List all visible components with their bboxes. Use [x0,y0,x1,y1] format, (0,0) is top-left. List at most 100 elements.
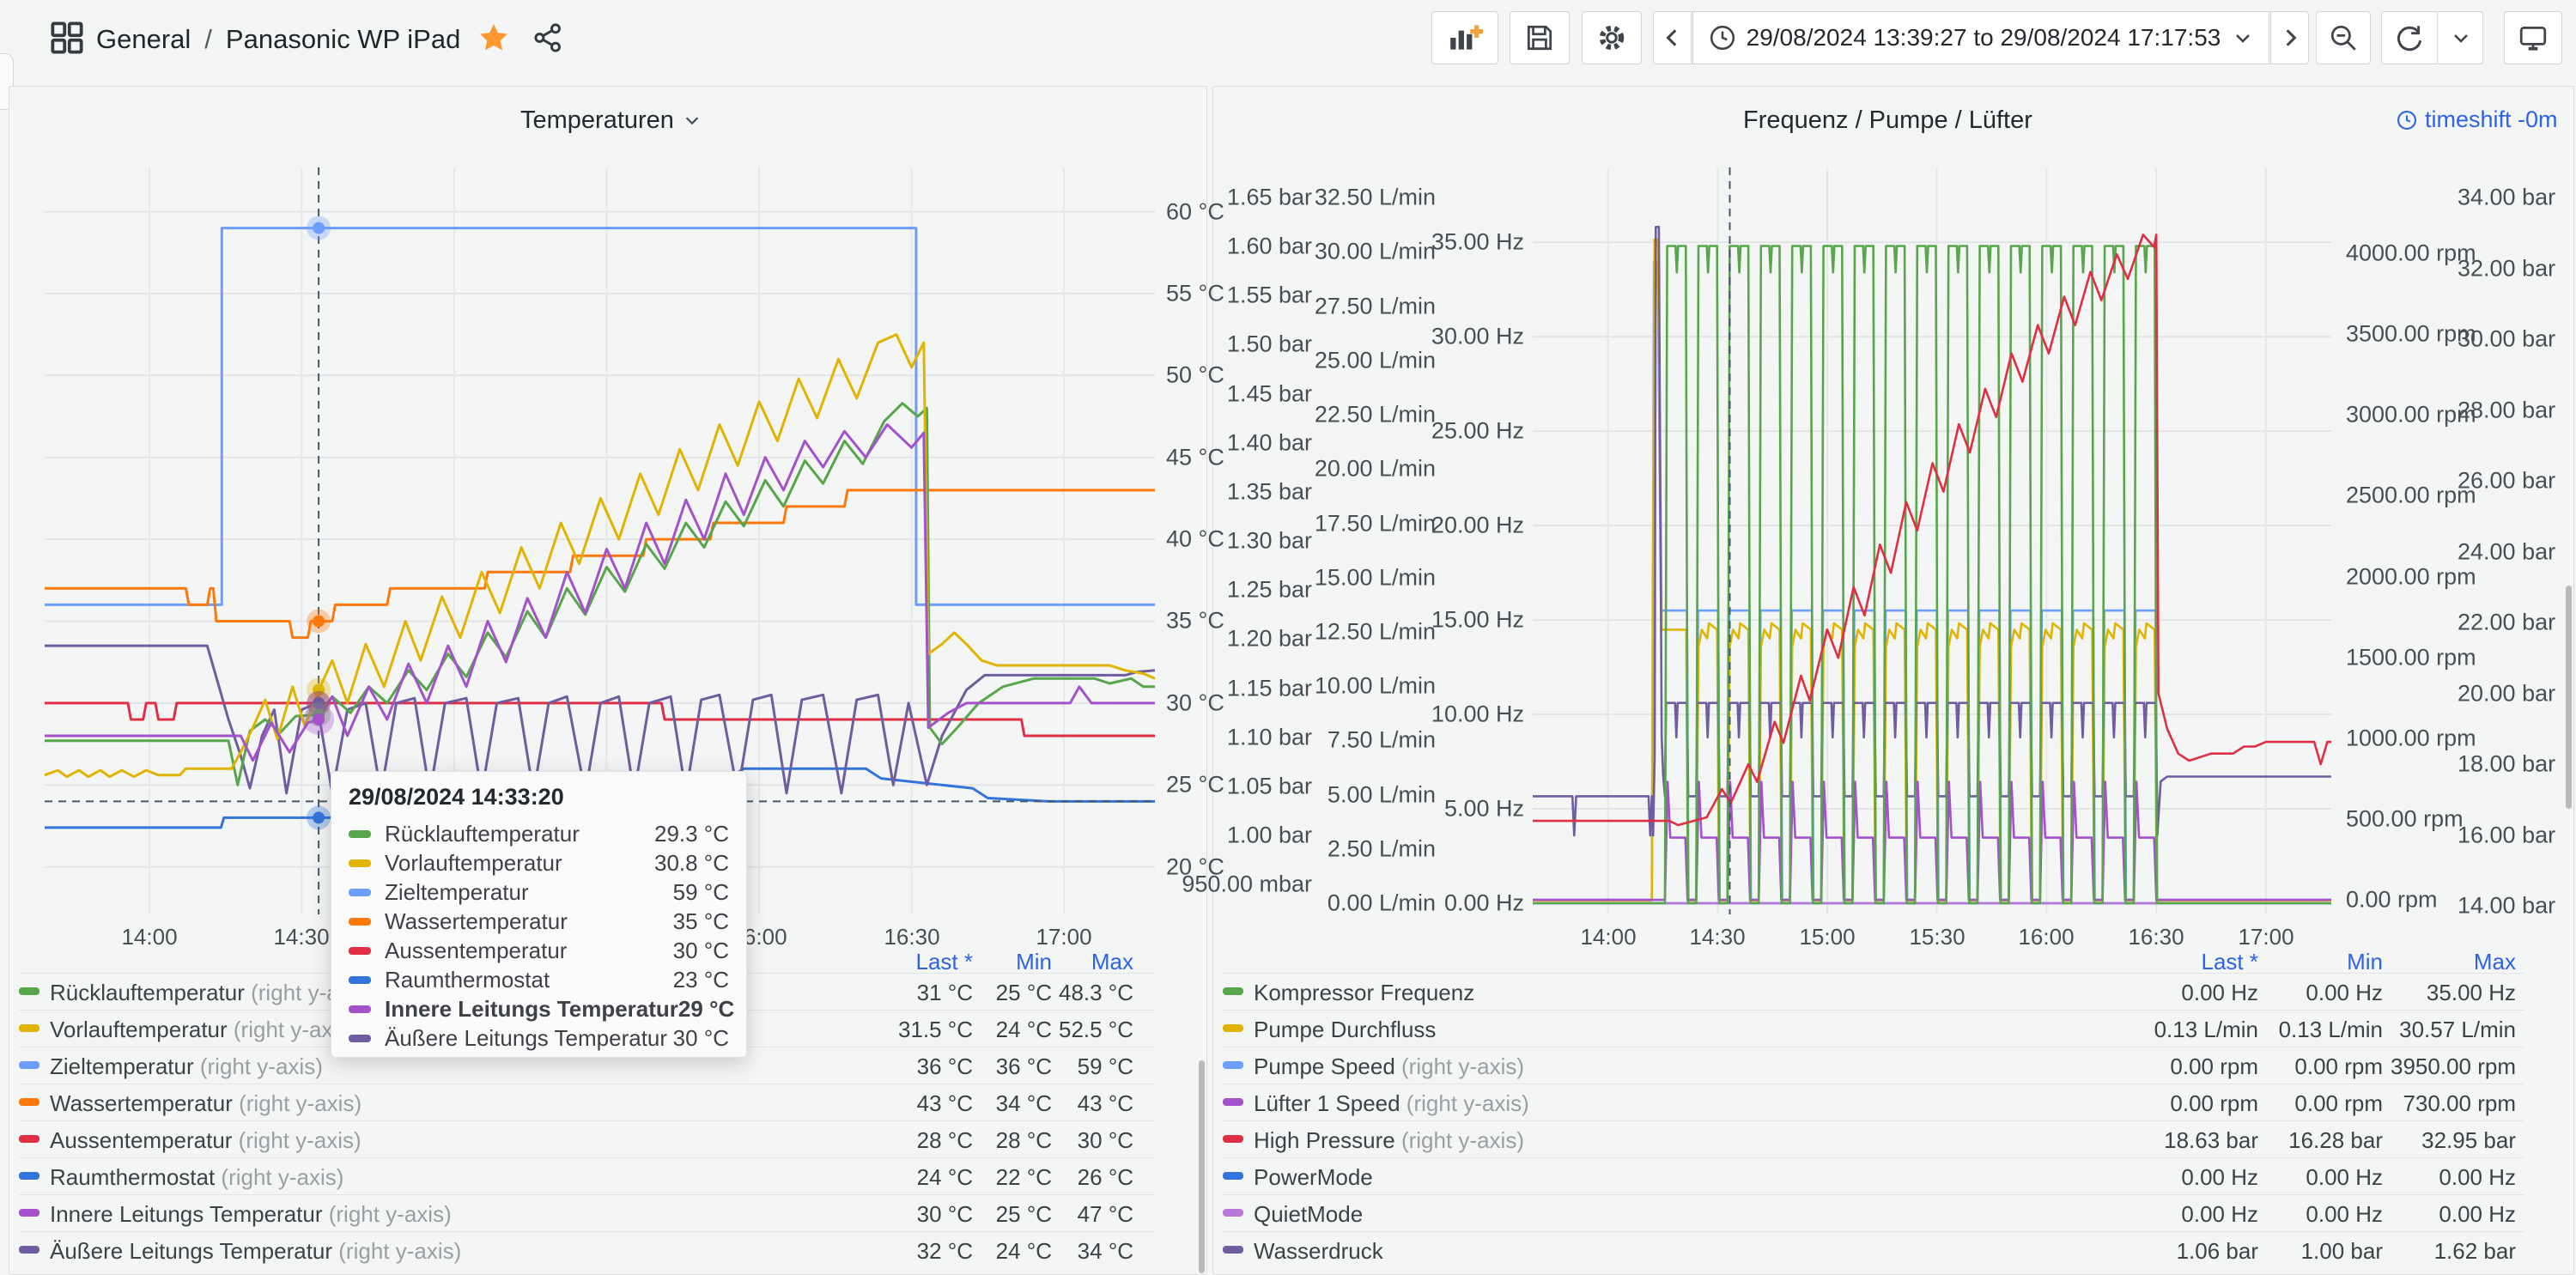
x-axis-tick-label: 17:00 [1036,924,1091,950]
tooltip-series-swatch [349,976,371,984]
y-axis-tick-label: 28.00 bar [2458,398,2555,424]
legend-value-max: 48.3 °C [987,980,1133,1006]
legend-header-min[interactable]: Min [2237,949,2383,975]
y-axis-tick-label: 35.00 Hz [1431,229,1524,256]
y-axis-tick-label: 55 °C [1166,281,1224,307]
legend-row-divider [19,1157,1155,1158]
legend-row-divider [1223,1120,2524,1121]
legend-series-name[interactable]: Aussentemperatur (right y-axis) [50,1127,361,1154]
time-range-picker[interactable]: 29/08/2024 13:39:27 to 29/08/2024 17:17:… [1692,11,2269,64]
favorite-star-icon[interactable] [477,21,510,58]
y-axis-tick-label: 2500.00 rpm [2346,483,2476,509]
x-axis-tick-label: 15:30 [1909,924,1965,950]
legend-series-name[interactable]: Wassertemperatur (right y-axis) [50,1090,361,1117]
y-axis-tick-label: 35 °C [1166,608,1224,634]
legend-series-name[interactable]: Zieltemperatur (right y-axis) [50,1053,323,1080]
legend-value-max: 26 °C [987,1164,1133,1191]
legend-series-name[interactable]: Lüfter 1 Speed (right y-axis) [1254,1090,1529,1117]
y-axis-tick-label: 1.60 bar [1227,234,1312,260]
tooltip-series-swatch [349,1005,371,1013]
add-panel-button[interactable] [1431,11,1498,64]
legend-value-max: 730.00 rpm [2370,1090,2516,1117]
legend-value-max: 3950.00 rpm [2370,1053,2516,1080]
refresh-interval-dropdown[interactable] [2439,11,2483,64]
legend-row-divider [1223,973,2524,974]
dashboards-icon[interactable] [50,21,84,59]
hover-marker [313,222,325,234]
tooltip-series-row: Wassertemperatur35 °C [349,907,729,936]
frequenz-chart-canvas[interactable] [1516,150,2348,932]
tooltip-series-row: Zieltemperatur59 °C [349,877,729,907]
legend-header-max[interactable]: Max [987,949,1133,975]
x-axis-tick-label: 14:30 [273,924,329,950]
panel-title-frequenz[interactable]: Frequenz / Pumpe / Lüfter [1743,101,2032,139]
legend-series-name[interactable]: Kompressor Frequenz [1254,980,1474,1006]
kiosk-mode-button[interactable] [2504,11,2562,64]
y-axis-tick-label: 32.50 L/min [1315,185,1436,211]
legend-series-name[interactable]: PowerMode [1254,1164,1373,1191]
y-axis-tick-label: 15.00 Hz [1431,607,1524,634]
legend-series-swatch [1223,1172,1243,1180]
y-axis-tick-label: 22.00 bar [2458,610,2555,636]
zoom-out-time-button[interactable] [2316,11,2371,64]
hover-marker [313,713,325,726]
breadcrumb-separator: / [204,24,212,55]
legend-value-max: 30 °C [987,1127,1133,1154]
legend-series-swatch [1223,1209,1243,1217]
x-axis-tick-label: 14:00 [1580,924,1636,950]
y-axis-tick-label: 12.50 L/min [1315,619,1436,646]
panel-title-text: Temperaturen [520,106,674,135]
y-axis-tick-label: 20.00 bar [2458,681,2555,707]
x-axis-tick-label: 16:30 [884,924,939,950]
legend-series-name[interactable]: Äußere Leitungs Temperatur (right y-axis… [50,1238,461,1265]
legend-value-max: 0.00 Hz [2370,1164,2516,1191]
legend-series-name[interactable]: Wasserdruck [1254,1238,1383,1265]
x-axis-tick-label: 17:00 [2238,924,2293,950]
tooltip-series-row: Aussentemperatur30 °C [349,936,729,965]
tooltip-series-swatch [349,889,371,896]
y-axis-tick-label: 1.30 bar [1227,528,1312,555]
legend-series-name[interactable]: Innere Leitungs Temperatur (right y-axis… [50,1201,452,1228]
y-axis-tick-label: 22.50 L/min [1315,402,1436,428]
legend-value-min: 0.13 L/min [2237,1017,2383,1043]
dashboard-settings-button[interactable] [1582,11,1642,64]
y-axis-tick-label: 1.05 bar [1227,774,1312,800]
refresh-button[interactable] [2381,11,2438,64]
legend-series-name[interactable]: QuietMode [1254,1201,1363,1228]
y-axis-tick-label: 45 °C [1166,445,1224,471]
legend-series-swatch [19,1246,39,1254]
timeshift-link[interactable]: timeshift -0m [2396,106,2558,133]
y-axis-tick-label: 1.40 bar [1227,430,1312,457]
legend-series-swatch [1223,1024,1243,1032]
legend-series-name[interactable]: Pumpe Speed (right y-axis) [1254,1053,1524,1080]
y-axis-tick-label: 10.00 Hz [1431,701,1524,728]
legend-series-name[interactable]: Rücklauftemperatur (right y-axis) [50,980,374,1006]
time-range-forward-button[interactable] [2270,11,2309,64]
y-axis-tick-label: 1.65 bar [1227,185,1312,211]
y-axis-tick-label: 1.55 bar [1227,282,1312,309]
panel-scrollbar-right[interactable] [2566,586,2572,809]
panel-title-temperaturen[interactable]: Temperaturen [520,101,702,139]
legend-value-min: 0.00 Hz [2237,1201,2383,1228]
legend-row-divider [19,1194,1155,1195]
y-axis-tick-label: 60 °C [1166,199,1224,226]
y-axis-tick-label: 5.00 L/min [1327,782,1436,809]
timeshift-text: timeshift -0m [2425,106,2558,133]
legend-series-name[interactable]: Pumpe Durchfluss [1254,1017,1436,1043]
legend-value-max: 0.00 Hz [2370,1201,2516,1228]
dashboard-title[interactable]: Panasonic WP iPad [226,24,460,55]
legend-series-name[interactable]: Raumthermostat (right y-axis) [50,1164,343,1191]
breadcrumb-section[interactable]: General [96,24,191,55]
legend-value-max: 47 °C [987,1201,1133,1228]
legend-scrollbar-left[interactable] [1199,1060,1205,1273]
legend-series-swatch [1223,987,1243,995]
x-axis-tick-label: 16:00 [2018,924,2074,950]
y-axis-tick-label: 7.50 L/min [1327,727,1436,754]
time-range-back-button[interactable] [1653,11,1692,64]
save-dashboard-button[interactable] [1510,11,1570,64]
legend-series-name[interactable]: High Pressure (right y-axis) [1254,1127,1524,1154]
legend-header-max[interactable]: Max [2370,949,2516,975]
legend-series-name[interactable]: Vorlauftemperatur (right y-axis) [50,1017,356,1043]
y-axis-tick-label: 20.00 L/min [1315,456,1436,483]
share-icon[interactable] [532,22,563,58]
